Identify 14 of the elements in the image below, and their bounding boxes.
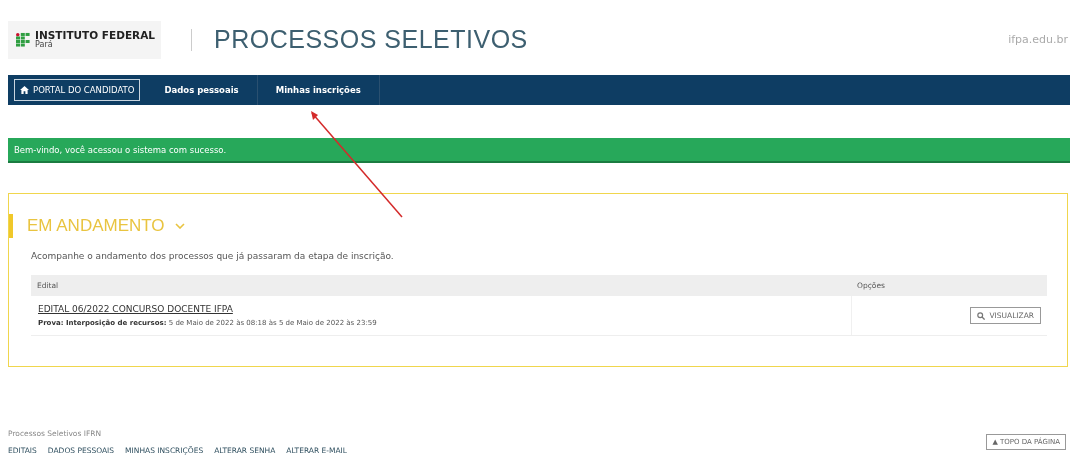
edital-link[interactable]: EDITAL 06/2022 CONCURSO DOCENTE IFPA	[38, 304, 851, 314]
logo-title: INSTITUTO FEDERAL	[35, 30, 155, 41]
site-address: ifpa.edu.br	[1008, 33, 1068, 46]
page-title: PROCESSOS SELETIVOS	[214, 25, 528, 54]
chevron-icon[interactable]	[174, 223, 185, 229]
nav-link[interactable]: Minhas inscrições	[257, 75, 380, 105]
nav-link[interactable]: Dados pessoais	[146, 75, 258, 105]
home-icon	[20, 86, 29, 94]
nav-link[interactable]: PORTAL DO CANDIDATO	[14, 79, 141, 101]
logo-subtitle: Pará	[35, 40, 53, 49]
section-title: EM ANDAMENTO	[27, 216, 165, 236]
success-alert: Bem-vindo, você acessou o sistema com sucesso.	[8, 138, 1070, 163]
search-icon	[977, 311, 986, 320]
section-description: Acompanhe o andamento dos processos que já passaram da etapa de inscrição.	[31, 251, 395, 261]
